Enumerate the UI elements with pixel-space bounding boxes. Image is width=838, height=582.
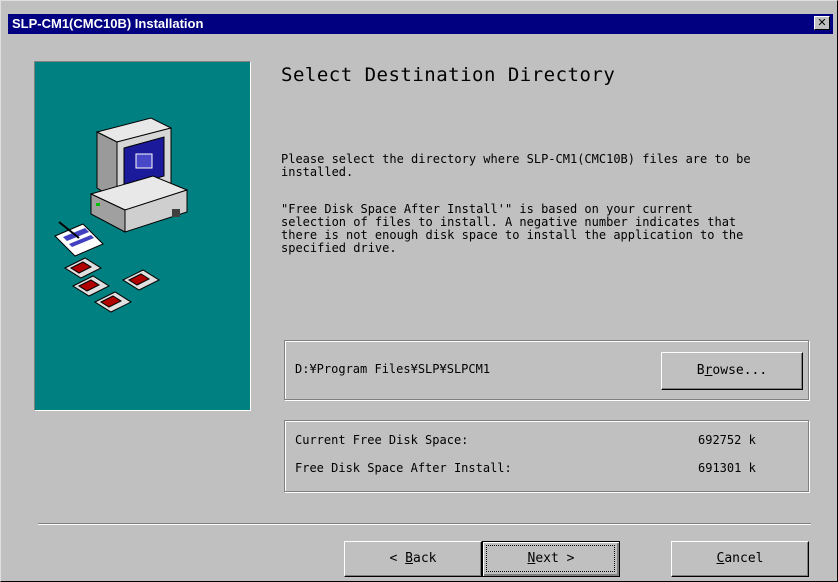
cancel-button[interactable]: Cancel — [671, 541, 809, 577]
after-install-space-value: 691301 k — [698, 461, 756, 475]
window-title: SLP-CM1(CMC10B) Installation — [12, 16, 204, 31]
close-button[interactable]: ✕ — [814, 16, 830, 30]
destination-path: D:¥Program Files¥SLP¥SLPCM1 — [295, 362, 491, 376]
back-button[interactable]: < Back — [344, 541, 482, 577]
current-free-space-value: 692752 k — [698, 433, 756, 447]
browse-button[interactable]: Browse... — [661, 352, 803, 390]
disk-space-group — [284, 420, 809, 492]
button-separator — [38, 523, 811, 525]
page-title: Select Destination Directory — [281, 64, 616, 86]
back-label: < Back — [389, 551, 437, 566]
browse-label: Browse... — [696, 363, 768, 378]
current-free-space-label: Current Free Disk Space: — [295, 433, 469, 447]
close-icon: ✕ — [817, 16, 827, 29]
cancel-label: Cancel — [716, 551, 764, 566]
computer-with-floppy-disks-icon — [54, 117, 189, 313]
after-install-space-label: Free Disk Space After Install: — [295, 461, 512, 475]
title-bar[interactable]: SLP-CM1(CMC10B) Installation ✕ — [8, 14, 833, 34]
next-button[interactable]: Next > — [482, 541, 620, 577]
disk-space-note: "Free Disk Space After Install'" is base… — [281, 202, 744, 255]
next-label: Next > — [527, 551, 575, 566]
instruction-text: Please select the directory where SLP-CM… — [281, 152, 751, 179]
installer-window: SLP-CM1(CMC10B) Installation ✕ Select De… — [0, 0, 838, 582]
setup-graphic-panel — [34, 61, 251, 411]
